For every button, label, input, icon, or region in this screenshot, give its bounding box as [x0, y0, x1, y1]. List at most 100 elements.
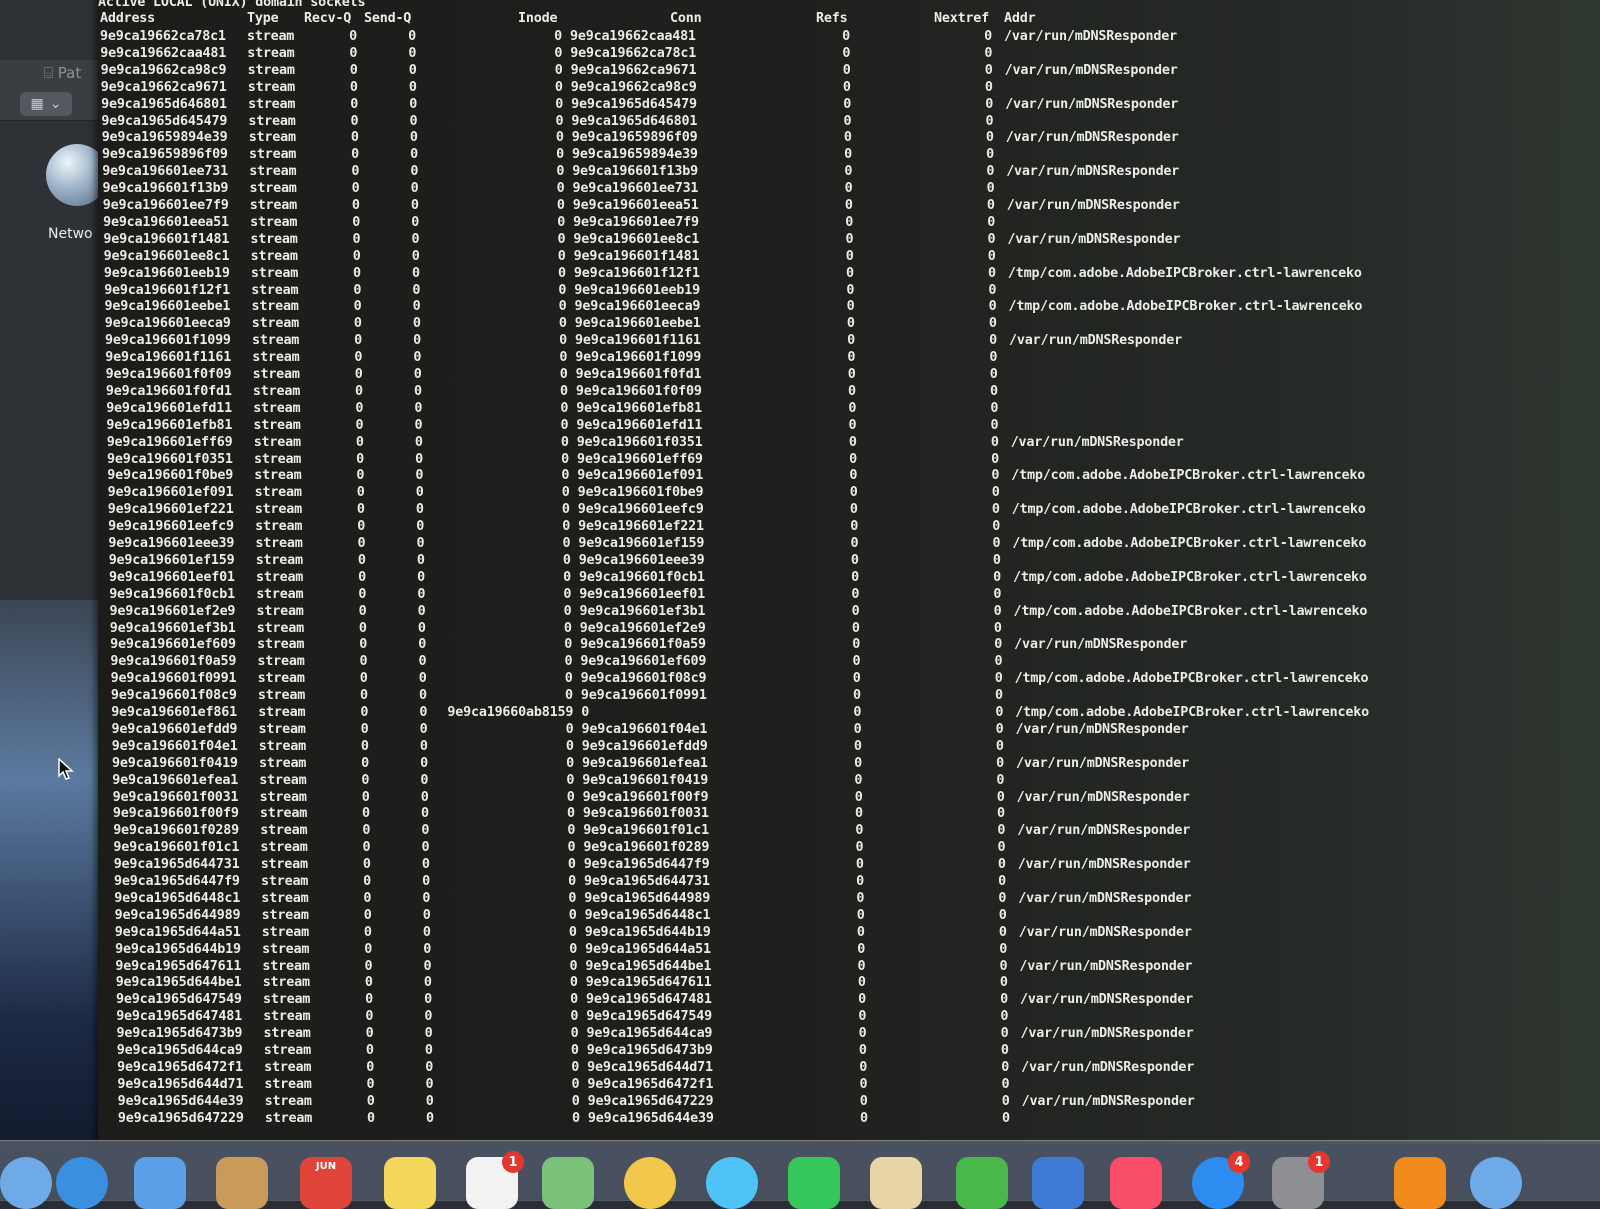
- dock-mail-stamp-icon[interactable]: [134, 1157, 186, 1209]
- cell-nextref: 0: [993, 586, 1002, 602]
- cell-addr: /var/run/mDNSResponder: [1007, 231, 1181, 247]
- cell-conn: 9e9ca196601f1099: [575, 350, 702, 366]
- cell-nextref: 0: [991, 468, 1000, 484]
- cell-sendq: 0: [415, 485, 424, 501]
- dock-preview-icon[interactable]: [870, 1157, 922, 1209]
- cell-sendq: 0: [422, 890, 431, 906]
- cell-type: stream: [262, 941, 310, 957]
- dock-maps-icon[interactable]: [542, 1157, 594, 1209]
- cell-conn: 0: [581, 705, 590, 720]
- cell-sendq: 0: [411, 214, 420, 230]
- cell-addr: /var/run/mDNSResponder: [1014, 637, 1188, 653]
- cell-nextref: 0: [995, 705, 1004, 720]
- cell-address: 9e9ca196601f1099: [105, 333, 231, 349]
- dock-facetime-icon[interactable]: [788, 1157, 840, 1209]
- cell-recvq: 0: [360, 721, 369, 737]
- dock-settings-icon[interactable]: 1: [1272, 1151, 1330, 1209]
- cell-address: 9e9ca1965d647481: [116, 1009, 242, 1025]
- dock-appstore-icon[interactable]: 4: [1192, 1151, 1250, 1209]
- dock-finder2-icon[interactable]: [1470, 1157, 1522, 1209]
- cell-sendq: 0: [420, 772, 429, 788]
- cell-nextref: 0: [985, 113, 994, 129]
- cell-recvq: 0: [362, 840, 371, 856]
- table-header-row: Address Type Recv-Q Send-Q Inode Conn Re…: [98, 10, 1036, 27]
- cell-nextref: 0: [994, 671, 1003, 687]
- cell-type: stream: [254, 502, 302, 518]
- cell-type: stream: [263, 1043, 311, 1058]
- cell-address: 9e9ca196601f13b9: [102, 181, 229, 197]
- cell-nextref: 0: [984, 45, 993, 61]
- cell-refs: 0: [855, 857, 864, 873]
- cell-refs: 0: [853, 738, 862, 754]
- dock-reminders-icon[interactable]: 1: [466, 1151, 524, 1209]
- cell-recvq: 0: [352, 248, 361, 264]
- cell-recvq: 0: [353, 265, 361, 281]
- cell-address: 9e9ca196601f0a59: [110, 654, 237, 670]
- cell-recvq: 0: [355, 417, 364, 433]
- cell-inode: 0: [560, 417, 569, 433]
- cell-nextref: 0: [985, 96, 994, 112]
- dock-music-icon[interactable]: [1110, 1157, 1162, 1209]
- cell-conn: 9e9ca196601ef609: [580, 654, 707, 670]
- cell-type: stream: [249, 147, 297, 163]
- cell-recvq: 0: [357, 552, 366, 568]
- cell-inode: 0: [568, 924, 577, 940]
- cell-addr: /var/run/mDNSResponder: [1009, 333, 1182, 349]
- dock-photos-icon[interactable]: [624, 1157, 676, 1209]
- cell-address: 9e9ca19662ca9671: [100, 79, 227, 95]
- cell-sendq: 0: [426, 1110, 434, 1126]
- dock-vlc-icon[interactable]: [1394, 1157, 1446, 1209]
- cell-address: 9e9ca196601ee8c1: [103, 248, 230, 264]
- cell-addr: /var/run/mDNSResponder: [1016, 789, 1190, 805]
- cell-conn: 9e9ca196601f13b9: [572, 164, 698, 180]
- cell-addr: /var/run/mDNSResponder: [1005, 96, 1179, 112]
- cell-address: 9e9ca196601eef01: [109, 569, 235, 585]
- cell-type: stream: [260, 857, 308, 873]
- cell-recvq: 0: [362, 823, 371, 839]
- cell-recvq: 0: [365, 1043, 374, 1058]
- dock-finder-partial-icon[interactable]: [0, 1157, 52, 1209]
- view-grid-button[interactable]: ▦ ⌄: [20, 92, 72, 116]
- cell-refs: 0: [842, 29, 850, 44]
- cell-sendq: 0: [409, 113, 418, 129]
- dock-messages-icon[interactable]: [706, 1157, 758, 1209]
- cell-recvq: 0: [361, 755, 369, 771]
- cell-addr: /var/run/mDNSResponder: [1019, 958, 1193, 974]
- cell-type: stream: [260, 823, 308, 839]
- dock-calendar-icon[interactable]: JUN: [300, 1157, 352, 1209]
- cell-address: 9e9ca196601ee731: [102, 164, 228, 180]
- cell-type: stream: [249, 198, 297, 213]
- cell-nextref: 0: [989, 367, 998, 382]
- dock-keynote-icon[interactable]: [1032, 1157, 1084, 1209]
- dock-notes-icon[interactable]: [384, 1157, 436, 1209]
- cell-conn: 9e9ca1965d644ca9: [586, 1026, 713, 1042]
- dock-contacts-icon[interactable]: [216, 1157, 268, 1209]
- cell-conn: 9e9ca196601f0419: [582, 772, 709, 788]
- cell-sendq: 0: [420, 789, 429, 805]
- cell-refs: 0: [853, 705, 862, 720]
- cell-nextref: 0: [992, 536, 1001, 551]
- cell-refs: 0: [854, 755, 862, 771]
- cell-inode: 0: [559, 333, 567, 349]
- cell-nextref: 0: [1001, 1059, 1010, 1075]
- cell-refs: 0: [854, 789, 863, 805]
- dock-numbers-icon[interactable]: [956, 1157, 1008, 1209]
- path-label[interactable]: ⌸ Pat: [44, 64, 81, 82]
- cell-addr: /var/run/mDNSResponder: [1006, 198, 1180, 213]
- cell-conn: 9e9ca196601efdd9: [581, 738, 708, 754]
- cell-address: 9e9ca196601efd11: [106, 400, 232, 416]
- cell-sendq: 0: [416, 536, 425, 551]
- cell-conn: 9e9ca196601f04e1: [581, 721, 708, 737]
- cell-refs: 0: [844, 181, 853, 197]
- cell-conn: 9e9ca1965d647481: [586, 992, 712, 1008]
- cell-inode: 0: [564, 637, 573, 653]
- cell-type: stream: [258, 705, 306, 720]
- cell-sendq: 0: [408, 29, 416, 44]
- notification-badge: 1: [1308, 1151, 1330, 1173]
- terminal-window[interactable]: Active LOCAL (UNIX) domain sockets Addre…: [98, 0, 1600, 1144]
- cell-sendq: 0: [422, 907, 431, 923]
- cell-type: stream: [263, 1009, 311, 1025]
- cell-type: stream: [249, 164, 297, 180]
- cell-nextref: 0: [996, 789, 1005, 805]
- dock-safari-icon[interactable]: [56, 1157, 108, 1209]
